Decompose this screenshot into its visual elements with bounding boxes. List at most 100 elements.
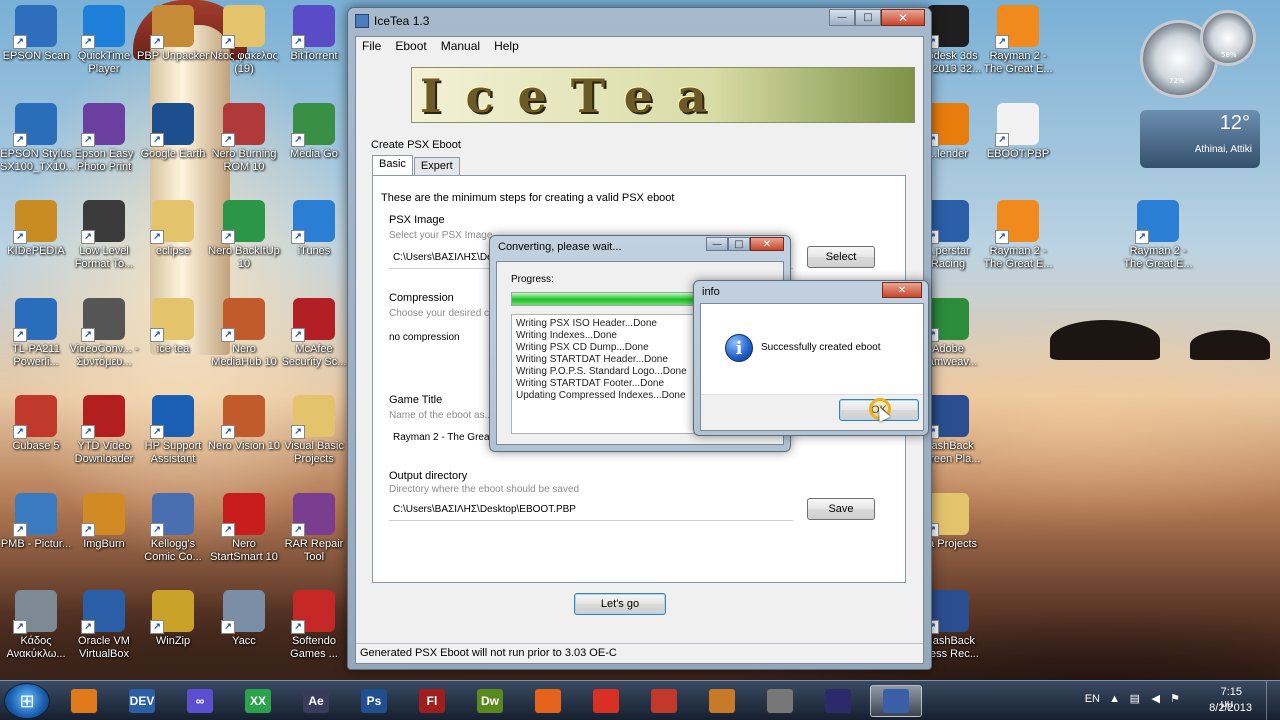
taskbar-item-fl[interactable]: Fl [406, 685, 458, 717]
desktop-icon-quicktime[interactable]: QuickTime Player [68, 5, 140, 76]
desktop-icon-imgburn[interactable]: ImgBurn [68, 493, 140, 551]
desktop-icon-softendo[interactable]: Softendo Games ... [278, 590, 350, 661]
dreamweaver-icon: Dw [477, 689, 503, 713]
save-button[interactable]: Save [807, 498, 875, 520]
select-button[interactable]: Select [807, 246, 875, 268]
desktop-icon-ice-tea[interactable]: ice tea [137, 298, 209, 356]
taskbar-item-firefox[interactable] [522, 685, 574, 717]
desktop-icon-google-earth[interactable]: Google Earth [137, 103, 209, 161]
dialog-window-controls: — □ ✕ [706, 237, 784, 251]
desktop-icon-nero-startsmart[interactable]: Nero StartSmart 10 [208, 493, 280, 564]
close-button[interactable]: ✕ [882, 282, 922, 298]
game-title-input[interactable]: Rayman 2 - The Great ... [393, 432, 503, 443]
taskbar-item-explorer[interactable] [58, 685, 110, 717]
desktop-icon-winzip[interactable]: WinZip [137, 590, 209, 648]
taskbar-item-game1[interactable] [638, 685, 690, 717]
desktop-icon-pbp-unpacker[interactable]: PBP Unpacker [137, 5, 209, 63]
desktop-icon-epson-easy[interactable]: Epson Easy Photo Print [68, 103, 140, 174]
desktop-icon-label: PBP Unpacker [137, 50, 209, 62]
taskbar-item-dw[interactable]: Dw [464, 685, 516, 717]
desktop-icon-kidepedia[interactable]: KIDePEDIA [0, 200, 72, 258]
menu-file[interactable]: File [362, 39, 381, 53]
close-button[interactable]: ✕ [881, 9, 925, 26]
tab-expert[interactable]: Expert [413, 157, 460, 175]
taskbar-item-devcpp[interactable]: DEV [116, 685, 168, 717]
taskbar-item-eclipse-tb[interactable] [812, 685, 864, 717]
desktop-icon-media-go[interactable]: Media Go [278, 103, 350, 161]
desktop-icon-rayman-2[interactable]: Rayman 2 - The Great E... [982, 200, 1054, 271]
compression-value[interactable]: no compression [389, 332, 460, 343]
taskbar-item-tool[interactable] [754, 685, 806, 717]
desktop-icon-label: PMB - Pictur... [0, 538, 72, 550]
clock-date[interactable]: 8/2/2013 [1209, 702, 1252, 714]
desktop-icon-rayman-1[interactable]: Rayman 2 - The Great E... [982, 5, 1054, 76]
action-center-icon[interactable]: ⚑ [1170, 692, 1180, 705]
taskbar-item-game2[interactable] [696, 685, 748, 717]
desktop-icon-label: Yacc [232, 635, 256, 647]
volume-icon[interactable]: ◀ [1152, 692, 1160, 705]
desktop-icon-eclipse[interactable]: eclipse [137, 200, 209, 258]
taskbar-item-ae[interactable]: Ae [290, 685, 342, 717]
memory-meter-gadget[interactable]: 58% [1200, 10, 1256, 66]
desktop-icon-pmb[interactable]: PMB - Pictur... [0, 493, 72, 551]
desktop-icon-hp-support[interactable]: HP Support Assistant [137, 395, 209, 466]
desktop-icon-nero-vision[interactable]: Nero Vision 10 [208, 395, 280, 453]
taskbar-item-infinity[interactable]: ∞ [174, 685, 226, 717]
desktop-icon-kelloggs[interactable]: Kellogg's Comic Co... [137, 493, 209, 564]
minimize-button[interactable]: — [829, 9, 855, 26]
desktop-icon-bittorrent[interactable]: BitTorrent [278, 5, 350, 63]
menu-help[interactable]: Help [494, 39, 519, 53]
desktop-icon-low-level-format[interactable]: Low Level Format To... [68, 200, 140, 271]
desktop-icon-cubase[interactable]: Cubase 5 [0, 395, 72, 453]
desktop-icon-rayman-3[interactable]: Rayman 2 - The Great E... [1122, 200, 1194, 271]
desktop-icon-virtualbox[interactable]: Oracle VM VirtualBox [68, 590, 140, 661]
taskbar-item-ps[interactable]: Ps [348, 685, 400, 717]
close-button[interactable]: ✕ [750, 237, 784, 251]
maximize-button[interactable]: □ [855, 9, 881, 26]
desktop-icon-tl-pa211[interactable]: TL-PA211 Powerli... [0, 298, 72, 369]
network-icon[interactable]: ▤ [1130, 692, 1140, 705]
taskbar-item-chrome[interactable] [580, 685, 632, 717]
menu-manual[interactable]: Manual [441, 39, 480, 53]
desktop-icon-rar-repair[interactable]: RAR Repair Tool [278, 493, 350, 564]
maximize-button[interactable]: □ [728, 237, 750, 251]
weather-gadget[interactable]: 12° Athinai, Attiki [1140, 110, 1260, 168]
xx-icon: XX [245, 689, 271, 713]
desktop-icon-epson-stylus[interactable]: EPSON Stylus SX100_TX10... [0, 103, 75, 174]
desktop-icon-ytd[interactable]: YTD Video Downloader [68, 395, 140, 466]
scanner-icon [13, 5, 57, 49]
minimize-button[interactable]: — [706, 237, 728, 251]
language-indicator[interactable]: EN [1085, 693, 1100, 705]
shield-icon [291, 298, 335, 342]
desktop-icon-label: RAR Repair Tool [284, 538, 344, 563]
desktop-icon-nero-mediahub[interactable]: Nero MediaHub 10 [208, 298, 280, 369]
desktop-icon-label: Visual Basic Projects [284, 440, 344, 465]
start-button[interactable]: ⊞ [4, 683, 50, 719]
desktop-icon-label: Nero MediaHub 10 [211, 343, 277, 368]
tab-basic[interactable]: Basic [372, 155, 413, 175]
desktop-icon-label: Kellogg's Comic Co... [144, 538, 202, 563]
desktop-icon-label: Nero StartSmart 10 [210, 538, 278, 563]
flashback-icon [925, 395, 969, 439]
archive-icon [291, 493, 335, 537]
menu-eboot[interactable]: Eboot [395, 39, 426, 53]
desktop-icon-videoconv[interactable]: VideoConv... - Συντόμευ... [68, 298, 140, 369]
desktop-icon-yacc[interactable]: Yacc [208, 590, 280, 648]
desktop-icon-vb-projects[interactable]: Visual Basic Projects [278, 395, 350, 466]
desktop-icon-itunes[interactable]: iTunes [278, 200, 350, 258]
desktop-icon-nero-burning[interactable]: Nero Burning ROM 10 [208, 103, 280, 174]
lets-go-button[interactable]: Let's go [574, 593, 666, 615]
desktop-icon-recycle-bin[interactable]: Κάδος Ανακύκλω... [0, 590, 72, 661]
desktop-icon-epson-scan[interactable]: EPSON Scan [0, 5, 72, 63]
desktop-icon-neos-fakelos[interactable]: Νέος φάκελος (19) [208, 5, 280, 76]
eclipse-icon [825, 689, 851, 713]
psx-image-hint: Select your PSX Image ... [389, 230, 504, 241]
taskbar-item-xx[interactable]: XX [232, 685, 284, 717]
taskbar-item-icetea-tb[interactable] [870, 685, 922, 717]
tray-chevron-icon[interactable]: ▲ [1109, 693, 1120, 705]
show-desktop-button[interactable] [1266, 681, 1280, 720]
desktop-icon-eboot-pbp[interactable]: EBOOT.PBP [982, 103, 1054, 161]
desktop-icon-mcafee[interactable]: McAfee Security Sc... [278, 298, 350, 369]
output-dir-input[interactable]: C:\Users\ΒΑΣΙΛΗΣ\Desktop\EBOOT.PBP [393, 504, 576, 515]
desktop-icon-nero-backitup[interactable]: Nero BackItUp 10 [208, 200, 280, 271]
